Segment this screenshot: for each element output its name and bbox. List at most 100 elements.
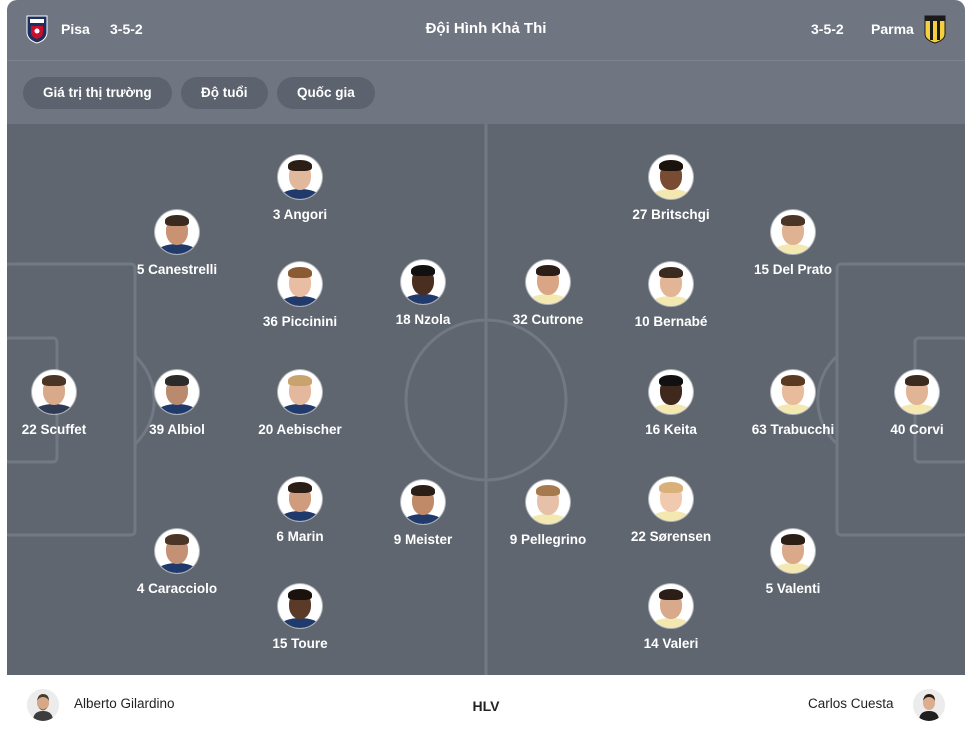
player-photo	[278, 155, 322, 199]
filter-age-button[interactable]: Độ tuổi	[181, 77, 268, 109]
player-label: 16 Keita	[645, 422, 697, 437]
player-shirt	[280, 189, 320, 199]
player-photo	[895, 370, 939, 414]
away-player[interactable]: 16 Keita	[601, 370, 741, 437]
away-player[interactable]: 5 Valenti	[723, 529, 863, 596]
player-shirt	[280, 511, 320, 521]
player-shirt	[651, 404, 691, 414]
player-hair	[288, 160, 312, 171]
home-player[interactable]: 18 Nzola	[353, 260, 493, 327]
player-shirt	[157, 563, 197, 573]
player-label: 4 Caracciolo	[136, 581, 218, 596]
player-hair	[411, 485, 435, 496]
player-photo	[771, 370, 815, 414]
away-team-name[interactable]: Parma	[871, 0, 914, 58]
player-label: 5 Valenti	[765, 581, 821, 596]
player-photo	[278, 262, 322, 306]
home-player[interactable]: 20 Aebischer	[230, 370, 370, 437]
parma-crest-icon[interactable]	[923, 14, 947, 44]
home-player[interactable]: 6 Marin	[230, 477, 370, 544]
player-hair	[165, 375, 189, 386]
player-shirt	[773, 404, 813, 414]
player-label: 40 Corvi	[890, 422, 944, 437]
home-player[interactable]: 9 Meister	[353, 480, 493, 547]
player-hair	[288, 589, 312, 600]
player-label: 18 Nzola	[395, 312, 451, 327]
away-player[interactable]: 14 Valeri	[601, 584, 741, 651]
player-shirt	[403, 294, 443, 304]
player-hair	[165, 534, 189, 545]
player-hair	[659, 375, 683, 386]
home-player[interactable]: 3 Angori	[230, 155, 370, 222]
player-photo	[526, 260, 570, 304]
player-photo	[649, 477, 693, 521]
away-player[interactable]: 63 Trabucchi	[723, 370, 863, 437]
player-photo	[401, 480, 445, 524]
player-photo	[155, 370, 199, 414]
home-player[interactable]: 4 Caracciolo	[107, 529, 247, 596]
player-hair	[165, 215, 189, 226]
player-hair	[659, 482, 683, 493]
filter-country-button[interactable]: Quốc gia	[277, 77, 375, 109]
player-label: 15 Toure	[272, 636, 328, 651]
player-hair	[536, 485, 560, 496]
player-shirt	[773, 244, 813, 254]
player-shirt	[651, 618, 691, 628]
player-label: 22 Sørensen	[630, 529, 712, 544]
player-label: 63 Trabucchi	[751, 422, 835, 437]
player-label: 9 Pellegrino	[509, 532, 587, 547]
lineup-header: Pisa 3-5-2 Đội Hình Khả Thi 3-5-2 Parma	[7, 0, 965, 60]
away-coach-name[interactable]: Carlos Cuesta	[808, 675, 894, 733]
away-player[interactable]: 27 Britschgi	[601, 155, 741, 222]
player-shirt	[651, 189, 691, 199]
filter-bar: Giá trị thị trường Độ tuổi Quốc gia	[7, 61, 965, 124]
player-shirt	[280, 618, 320, 628]
away-player[interactable]: 22 Sørensen	[601, 477, 741, 544]
player-hair	[659, 267, 683, 278]
away-formation: 3-5-2	[811, 21, 844, 37]
player-photo	[649, 262, 693, 306]
player-photo	[155, 529, 199, 573]
player-shirt	[157, 404, 197, 414]
player-hair	[288, 267, 312, 278]
away-player[interactable]: 32 Cutrone	[478, 260, 618, 327]
player-label: 15 Del Prato	[753, 262, 833, 277]
player-shirt	[651, 296, 691, 306]
home-player[interactable]: 36 Piccinini	[230, 262, 370, 329]
player-label: 5 Canestrelli	[136, 262, 218, 277]
player-shirt	[528, 294, 568, 304]
player-photo	[32, 370, 76, 414]
away-player[interactable]: 40 Corvi	[847, 370, 965, 437]
player-photo	[278, 477, 322, 521]
player-hair	[781, 375, 805, 386]
player-hair	[42, 375, 66, 386]
player-hair	[905, 375, 929, 386]
player-hair	[659, 589, 683, 600]
player-label: 39 Albiol	[149, 422, 205, 437]
home-player[interactable]: 15 Toure	[230, 584, 370, 651]
player-hair	[659, 160, 683, 171]
away-player[interactable]: 10 Bernabé	[601, 262, 741, 329]
home-player[interactable]: 5 Canestrelli	[107, 210, 247, 277]
away-player[interactable]: 9 Pellegrino	[478, 480, 618, 547]
player-label: 9 Meister	[393, 532, 453, 547]
player-shirt	[773, 563, 813, 573]
player-photo	[649, 370, 693, 414]
player-label: 10 Bernabé	[634, 314, 708, 329]
player-shirt	[34, 404, 74, 414]
home-player[interactable]: 39 Albiol	[107, 370, 247, 437]
player-photo	[278, 584, 322, 628]
lineup-card: Pisa 3-5-2 Đội Hình Khả Thi 3-5-2 Parma …	[7, 0, 965, 735]
player-hair	[288, 375, 312, 386]
player-label: 3 Angori	[272, 207, 328, 222]
player-label: 14 Valeri	[643, 636, 699, 651]
player-hair	[781, 215, 805, 226]
player-hair	[288, 482, 312, 493]
player-shirt	[280, 296, 320, 306]
player-shirt	[403, 514, 443, 524]
away-coach-photo[interactable]	[913, 689, 945, 721]
filter-market-value-button[interactable]: Giá trị thị trường	[23, 77, 172, 109]
player-shirt	[280, 404, 320, 414]
player-label: 6 Marin	[276, 529, 324, 544]
away-player[interactable]: 15 Del Prato	[723, 210, 863, 277]
